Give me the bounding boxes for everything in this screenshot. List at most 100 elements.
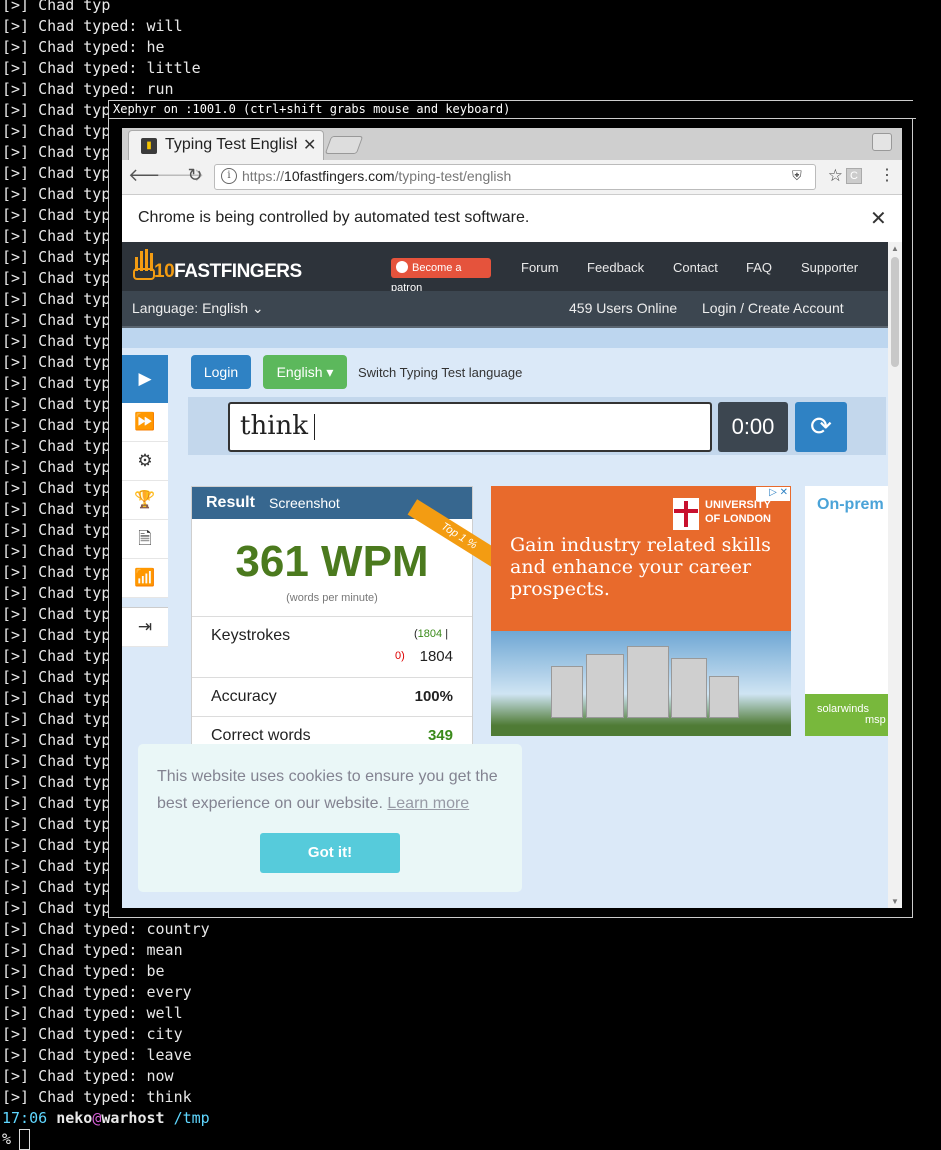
- terminal-line: [>] Chad typed: will: [2, 17, 183, 35]
- terminal-line: [>] Chad typ: [2, 521, 111, 539]
- terminal-line: [>] Chad typed: well: [2, 1004, 183, 1022]
- browser-tab[interactable]: ▮ Typing Test English ✕: [128, 130, 324, 161]
- terminal-line: [>] Chad typed: he: [2, 38, 165, 56]
- sign-in-icon[interactable]: ⇥: [122, 607, 168, 647]
- terminal-line: [>] Chad typ: [2, 437, 111, 455]
- site-logo[interactable]: 10FASTFINGERS: [132, 249, 302, 285]
- result-panel: Result Screenshot Top 1 % 361 WPM (words…: [191, 486, 511, 758]
- login-create-account-link[interactable]: Login / Create Account: [702, 300, 844, 316]
- document-icon[interactable]: 🗎: [122, 520, 168, 559]
- terminal-line: [>] Chad typ: [2, 269, 111, 287]
- back-arrow-icon[interactable]: 🡐: [128, 165, 176, 186]
- terminal-line: [>] Chad typ: [2, 479, 111, 497]
- terminal-line: [>] Chad typ: [2, 500, 111, 518]
- learn-more-link[interactable]: Learn more: [387, 795, 469, 812]
- profile-button[interactable]: [872, 133, 892, 151]
- info-icon[interactable]: i: [221, 168, 237, 184]
- signal-bars-icon[interactable]: 📶: [122, 559, 168, 598]
- wpm-value: 361 WPM: [235, 537, 429, 586]
- new-tab-button[interactable]: [324, 136, 364, 154]
- typing-input[interactable]: think: [228, 402, 712, 452]
- sub-navigation: Language: English ⌄ 459 Users Online Log…: [122, 291, 888, 328]
- page-scrollbar[interactable]: ▲ ▼: [888, 242, 902, 908]
- language-select[interactable]: Language: English ⌄: [132, 300, 264, 317]
- cookie-banner: This website uses cookies to ensure you …: [138, 744, 522, 892]
- advertisement-banner[interactable]: ▷ ✕ UNIVERSITY OF LONDON Gain industry re…: [491, 486, 791, 736]
- terminal-prompt: 17:06 neko@warhost /tmp: [2, 1109, 210, 1127]
- typing-bar: think 0:00 ⟳: [188, 397, 886, 455]
- result-title: Result: [206, 494, 255, 511]
- web-page: 10FASTFINGERS Become a patron Forum Feed…: [122, 242, 888, 908]
- timer: 0:00: [718, 402, 788, 452]
- menu-kebab-icon[interactable]: ⋮: [879, 165, 895, 185]
- screenshot-tab[interactable]: Screenshot: [269, 495, 340, 511]
- terminal-line: [>] Chad typ: [2, 248, 111, 266]
- terminal-line: [>] Chad typ: [2, 416, 111, 434]
- terminal-line: [>] Chad typ: [2, 668, 111, 686]
- nav-faq[interactable]: FAQ: [746, 260, 772, 275]
- tab-close-icon[interactable]: ✕: [303, 135, 316, 155]
- scroll-thumb[interactable]: [891, 257, 899, 367]
- terminal-line: [>] Chad typ: [2, 647, 111, 665]
- url-text: https://10fastfingers.com/typing-test/en…: [242, 168, 512, 184]
- terminal-line: [>] Chad typ: [2, 311, 111, 329]
- keystrokes-row: Keystrokes (1804 | 0) 1804: [192, 616, 472, 677]
- terminal-line: [>] Chad typed: think: [2, 1088, 192, 1106]
- logo-text: 10FASTFINGERS: [154, 261, 302, 282]
- terminal-line: [>] Chad typ: [2, 836, 111, 854]
- terminal-line: [>] Chad typ: [2, 815, 111, 833]
- favicon-icon: ▮: [141, 138, 157, 154]
- terminal-line: [>] Chad typ: [2, 353, 111, 371]
- patreon-icon: [396, 261, 408, 274]
- header-divider: [122, 328, 888, 348]
- address-bar[interactable]: i https://10fastfingers.com/typing-test/…: [214, 164, 843, 190]
- infobar-close-icon[interactable]: ✕: [870, 206, 887, 231]
- english-language-button[interactable]: English ▾: [263, 355, 347, 389]
- terminal-line: [>] Chad typ: [2, 458, 111, 476]
- become-patron-button[interactable]: Become a patron: [391, 258, 491, 294]
- restart-icon[interactable]: ⟳: [795, 402, 847, 452]
- shield-icon[interactable]: ⛨: [792, 168, 802, 184]
- terminal-line: [>] Chad typ: [2, 605, 111, 623]
- reload-icon[interactable]: ↻: [184, 165, 206, 186]
- extension-button[interactable]: C: [846, 168, 862, 184]
- university-logo: UNIVERSITY OF LONDON: [673, 498, 783, 530]
- scroll-down-icon[interactable]: ▼: [891, 897, 899, 906]
- login-button[interactable]: Login: [191, 355, 251, 389]
- wpm-caption: (words per minute): [286, 592, 378, 604]
- terminal-line: [>] Chad typ: [2, 731, 111, 749]
- terminal-line: [>] Chad typ: [2, 185, 111, 203]
- nav-supporter[interactable]: Supporter: [801, 260, 858, 275]
- nav-forum[interactable]: Forum: [521, 260, 559, 275]
- play-icon[interactable]: ▶: [122, 355, 168, 404]
- correct-words-value: 349: [427, 727, 453, 744]
- terminal-line: [>] Chad typed: mean: [2, 941, 183, 959]
- ad-headline: Gain industry related skills and enhance…: [510, 534, 771, 600]
- fast-forward-icon[interactable]: ⏩: [122, 403, 168, 442]
- nav-feedback[interactable]: Feedback: [587, 260, 644, 275]
- scroll-up-icon[interactable]: ▲: [891, 244, 899, 253]
- terminal-line: [>] Chad typ: [2, 563, 111, 581]
- nav-contact[interactable]: Contact: [673, 260, 718, 275]
- chevron-down-icon: ⌄: [251, 300, 264, 316]
- terminal-line: [>] Chad typ: [2, 332, 111, 350]
- forward-arrow-icon[interactable]: 🡒: [156, 165, 204, 186]
- terminal-line: [>] Chad typ: [2, 752, 111, 770]
- caret-down-icon: ▾: [326, 364, 334, 380]
- infobar-text: Chrome is being controlled by automated …: [138, 209, 530, 226]
- gears-icon[interactable]: ⚙: [122, 442, 168, 481]
- keystrokes-wrong: 0: [395, 650, 402, 662]
- terminal-line: [>] Chad typ: [2, 626, 111, 644]
- trophy-icon[interactable]: 🏆: [122, 481, 168, 520]
- secondary-advertisement[interactable]: On-prem solarwinds msp: [805, 486, 888, 736]
- crest-icon: [673, 498, 699, 530]
- terminal-line: [>] Chad typ: [2, 0, 111, 14]
- terminal-line: [>] Chad typed: be: [2, 962, 165, 980]
- bookmark-star-icon[interactable]: ☆: [828, 166, 843, 186]
- university-name-line1: UNIVERSITY: [705, 499, 772, 511]
- terminal-line: [>] Chad typ: [2, 584, 111, 602]
- accuracy-label: Accuracy: [211, 688, 277, 705]
- terminal-line: [>] Chad typ: [2, 773, 111, 791]
- cookie-accept-button[interactable]: Got it!: [260, 833, 400, 873]
- terminal-line: [>] Chad typ: [2, 689, 111, 707]
